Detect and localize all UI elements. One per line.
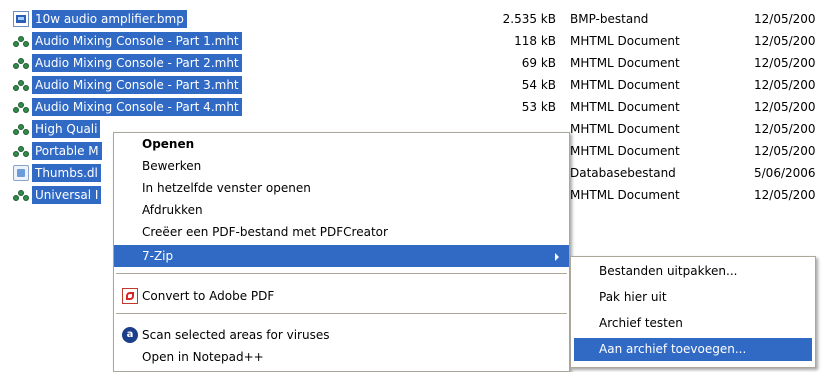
antivirus-icon: a xyxy=(122,327,138,343)
file-type: MHTML Document xyxy=(570,122,680,136)
file-date: 12/05/200 xyxy=(754,188,816,202)
file-name-cell[interactable]: High Quali xyxy=(13,120,101,138)
menu-item-open-same-window[interactable]: In hetzelfde venster openen xyxy=(114,177,569,199)
mht-file-icon xyxy=(13,121,29,137)
submenu-item-label: Bestanden uitpakken... xyxy=(599,264,738,278)
mht-file-icon xyxy=(13,187,29,203)
file-row[interactable]: 10w audio amplifier.bmp 2.535 kB BMP-bes… xyxy=(0,8,830,30)
submenu-item-label: Archief testen xyxy=(599,316,683,330)
file-row[interactable]: Audio Mixing Console - Part 1.mht 118 kB… xyxy=(0,30,830,52)
file-size: 118 kB xyxy=(514,34,556,48)
menu-item-partial[interactable]: Open in Notepad++ xyxy=(114,346,569,371)
mht-file-icon xyxy=(13,33,29,49)
menu-item-label: Openen xyxy=(142,137,195,151)
file-type: MHTML Document xyxy=(570,100,680,114)
file-row[interactable]: Audio Mixing Console - Part 3.mht 54 kB … xyxy=(0,74,830,96)
menu-item-label: Bewerken xyxy=(142,159,202,173)
menu-item-convert-pdf[interactable]: Convert to Adobe PDF xyxy=(114,285,569,307)
file-date: 12/05/200 xyxy=(754,56,816,70)
file-type: MHTML Document xyxy=(570,56,680,70)
file-name: Thumbs.dl xyxy=(32,164,101,182)
file-name-cell[interactable]: Portable M xyxy=(13,142,102,160)
file-name: Audio Mixing Console - Part 3.mht xyxy=(32,76,242,94)
file-date: 12/05/200 xyxy=(754,12,816,26)
database-file-icon xyxy=(13,165,29,181)
menu-item-label: In hetzelfde venster openen xyxy=(142,181,311,195)
menu-separator xyxy=(116,273,567,274)
file-date: 12/05/200 xyxy=(754,144,816,158)
mht-file-icon xyxy=(13,143,29,159)
menu-item-scan-viruses[interactable]: a Scan selected areas for viruses xyxy=(114,324,569,346)
menu-item-label: Creëer een PDF-bestand met PDFCreator xyxy=(142,225,388,239)
file-size: 69 kB xyxy=(521,56,556,70)
file-type: MHTML Document xyxy=(570,144,680,158)
menu-item-label: Open in Notepad++ xyxy=(142,350,264,364)
submenu-item-add-to-archive[interactable]: Aan archief toevoegen... xyxy=(574,338,812,361)
submenu-item-test-archive[interactable]: Archief testen xyxy=(574,312,812,335)
menu-item-open[interactable]: Openen xyxy=(114,133,569,155)
file-date: 12/05/200 xyxy=(754,122,816,136)
file-name: Portable M xyxy=(32,142,102,160)
file-name-cell[interactable]: 10w audio amplifier.bmp xyxy=(13,10,187,28)
7zip-submenu: Bestanden uitpakken... Pak hier uit Arch… xyxy=(570,256,816,368)
context-menu: Openen Bewerken In hetzelfde venster ope… xyxy=(113,132,570,372)
menu-item-pdfcreator[interactable]: Creëer een PDF-bestand met PDFCreator xyxy=(114,221,569,243)
file-name: Audio Mixing Console - Part 1.mht xyxy=(32,32,242,50)
mht-file-icon xyxy=(13,99,29,115)
menu-item-label: Afdrukken xyxy=(142,203,203,217)
file-size: 2.535 kB xyxy=(502,12,556,26)
file-date: 12/05/200 xyxy=(754,100,816,114)
file-name-cell[interactable]: Audio Mixing Console - Part 4.mht xyxy=(13,98,242,116)
file-name-cell[interactable]: Universal I xyxy=(13,186,102,204)
menu-item-7zip[interactable]: 7-Zip xyxy=(114,245,569,267)
submenu-item-extract-files[interactable]: Bestanden uitpakken... xyxy=(574,260,812,283)
mht-file-icon xyxy=(13,77,29,93)
file-type: Databasebestand xyxy=(570,166,676,180)
menu-item-label: 7-Zip xyxy=(142,249,174,263)
menu-item-label: Convert to Adobe PDF xyxy=(142,289,275,303)
file-date: 5/06/2006 xyxy=(754,166,816,180)
file-row[interactable]: Audio Mixing Console - Part 4.mht 53 kB … xyxy=(0,96,830,118)
file-name-cell[interactable]: Audio Mixing Console - Part 1.mht xyxy=(13,32,242,50)
file-name-cell[interactable]: Thumbs.dl xyxy=(13,164,101,182)
file-size: 53 kB xyxy=(521,100,556,114)
file-size: 54 kB xyxy=(521,78,556,92)
menu-item-edit[interactable]: Bewerken xyxy=(114,155,569,177)
menu-item-label: Scan selected areas for viruses xyxy=(142,328,330,342)
file-type: MHTML Document xyxy=(570,34,680,48)
file-type: BMP-bestand xyxy=(570,12,649,26)
submenu-arrow-icon xyxy=(555,253,559,261)
file-name-cell[interactable]: Audio Mixing Console - Part 3.mht xyxy=(13,76,242,94)
menu-separator xyxy=(116,313,567,314)
file-name: Audio Mixing Console - Part 2.mht xyxy=(32,54,242,72)
file-name: Audio Mixing Console - Part 4.mht xyxy=(32,98,242,116)
adobe-pdf-icon xyxy=(122,288,138,304)
file-date: 12/05/200 xyxy=(754,78,816,92)
submenu-item-extract-here[interactable]: Pak hier uit xyxy=(574,286,812,309)
file-type: MHTML Document xyxy=(570,188,680,202)
file-type: MHTML Document xyxy=(570,78,680,92)
submenu-item-label: Aan archief toevoegen... xyxy=(599,342,747,356)
file-name: High Quali xyxy=(32,120,101,138)
bmp-file-icon xyxy=(13,11,29,27)
file-name-cell[interactable]: Audio Mixing Console - Part 2.mht xyxy=(13,54,242,72)
file-row[interactable]: Audio Mixing Console - Part 2.mht 69 kB … xyxy=(0,52,830,74)
file-name: 10w audio amplifier.bmp xyxy=(32,10,187,28)
file-name: Universal I xyxy=(32,186,102,204)
mht-file-icon xyxy=(13,55,29,71)
menu-item-print[interactable]: Afdrukken xyxy=(114,199,569,221)
submenu-item-label: Pak hier uit xyxy=(599,290,667,304)
file-date: 12/05/200 xyxy=(754,34,816,48)
